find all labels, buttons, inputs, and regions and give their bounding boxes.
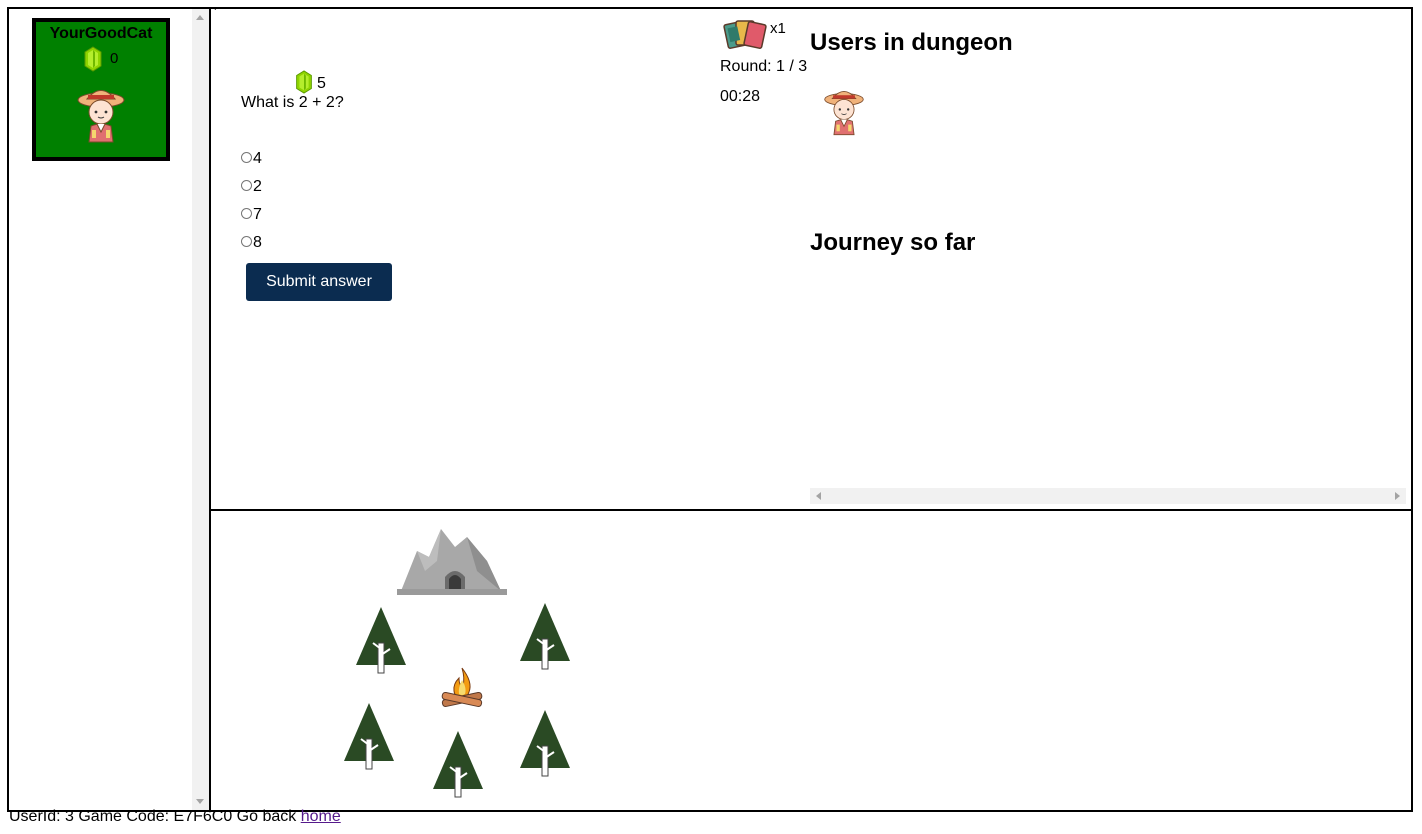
campfire-icon[interactable]	[439, 666, 485, 717]
submit-answer-button[interactable]: Submit answer	[246, 263, 392, 301]
explorer-avatar-icon	[823, 86, 865, 143]
pine-tree-icon	[354, 605, 408, 680]
radio-button[interactable]	[241, 151, 252, 163]
question-points: 5	[317, 75, 326, 92]
pine-tree-icon	[342, 701, 396, 776]
gem-icon	[84, 46, 102, 77]
answer-option[interactable]: 2	[241, 178, 262, 196]
player-name: YourGoodCat	[49, 25, 153, 42]
timer: 00:28	[720, 88, 761, 105]
player-card: YourGoodCat 0	[32, 18, 170, 161]
scroll-down-icon[interactable]	[196, 799, 204, 804]
cave-icon[interactable]	[397, 521, 507, 600]
question-panel: ` 5 What is 2 + 2? 4 2 7 8 Submit answer	[211, 6, 1411, 509]
round-label: Round: 1 / 3	[720, 58, 808, 75]
answer-option-label: 2	[253, 178, 262, 195]
player-gem-count: 0	[110, 50, 119, 67]
pine-tree-icon	[431, 729, 485, 804]
answer-option-label: 4	[253, 150, 262, 167]
footer: UserId: 3 Game Code: E7F6C0 Go back home	[9, 808, 341, 826]
radio-button[interactable]	[241, 235, 252, 247]
scroll-up-icon[interactable]	[196, 15, 204, 20]
pine-tree-icon	[518, 601, 572, 676]
radio-button[interactable]	[241, 207, 252, 219]
sidebar-scrollbar[interactable]	[192, 9, 209, 810]
users-in-dungeon-title: Users in dungeon	[810, 29, 1013, 56]
dungeon-map	[211, 511, 1411, 810]
footer-info: UserId: 3 Game Code: E7F6C0 Go back	[9, 808, 297, 825]
answer-option[interactable]: 7	[241, 206, 262, 224]
journey-scrollbar[interactable]	[810, 488, 1406, 504]
cards-count: x1	[770, 20, 786, 37]
scroll-right-icon[interactable]	[1395, 492, 1400, 500]
question-text: What is 2 + 2?	[241, 94, 344, 111]
radio-button[interactable]	[241, 179, 252, 191]
home-link[interactable]: home	[301, 808, 341, 825]
answer-option-label: 8	[253, 234, 262, 251]
game-frame: YourGoodCat 0 ` 5 What is 2 + 2? 4 2 7 8…	[7, 6, 1413, 812]
explorer-avatar-icon	[77, 84, 125, 151]
pine-tree-icon	[518, 708, 572, 783]
scroll-left-icon[interactable]	[816, 492, 821, 500]
cards-icon	[722, 17, 768, 56]
answer-option[interactable]: 4	[241, 150, 262, 168]
answer-option-label: 7	[253, 206, 262, 223]
journey-title: Journey so far	[810, 229, 976, 256]
sidebar: YourGoodCat 0	[9, 9, 192, 810]
answer-option[interactable]: 8	[241, 234, 262, 252]
